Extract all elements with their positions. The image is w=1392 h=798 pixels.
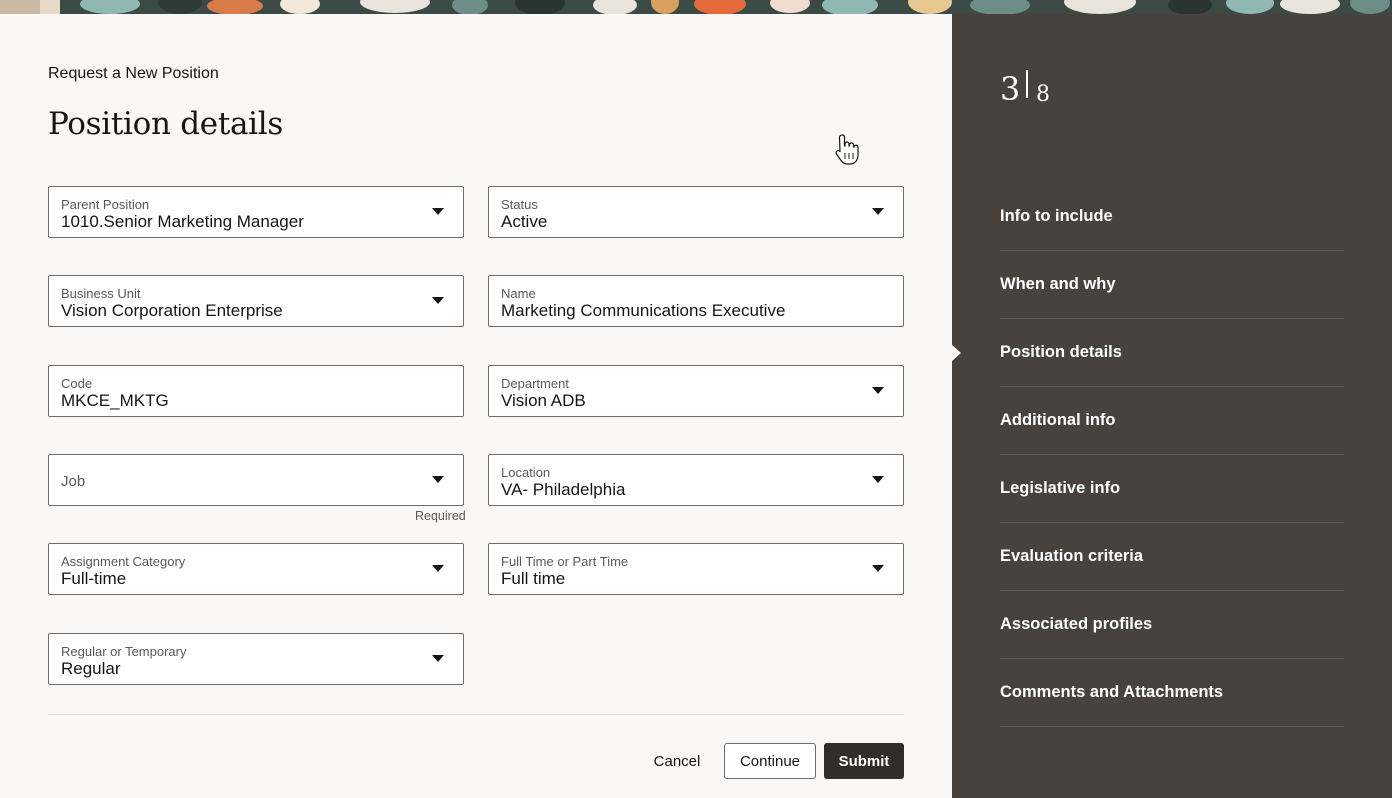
name-value[interactable]: Marketing Communications Executive [501,301,785,321]
cancel-button[interactable]: Cancel [645,743,709,779]
page-eyebrow: Request a New Position [48,65,219,82]
steps-sidebar: 3 8 Info to include When and why Positio… [951,14,1392,798]
step-evaluation-criteria[interactable]: Evaluation criteria [1000,523,1344,591]
chevron-down-icon[interactable] [872,565,884,572]
step-info-to-include[interactable]: Info to include [1000,183,1344,251]
chevron-down-icon[interactable] [432,655,444,662]
total-steps: 8 [1036,82,1050,107]
department-label: Department [501,376,569,391]
job-required-hint: Required [415,509,466,523]
job-label: Job [61,473,86,490]
regular-temporary-select[interactable]: Regular or Temporary Regular [48,633,464,685]
chevron-down-icon[interactable] [872,387,884,394]
parent-position-select[interactable]: Parent Position 1010.Senior Marketing Ma… [48,186,464,238]
business-unit-select[interactable]: Business Unit Vision Corporation Enterpr… [48,275,464,327]
status-label: Status [501,197,538,212]
code-field[interactable]: Code MKCE_MKTG [48,365,464,417]
page-title: Position details [48,106,284,142]
chevron-down-icon[interactable] [432,565,444,572]
parent-position-value: 1010.Senior Marketing Manager [61,212,304,231]
department-select[interactable]: Department Vision ADB [488,365,904,417]
status-value: Active [501,212,548,231]
continue-button[interactable]: Continue [724,743,816,779]
step-associated-profiles[interactable]: Associated profiles [1000,591,1344,659]
location-label: Location [501,465,551,480]
regular-temporary-label: Regular or Temporary [61,644,187,659]
step-comments-and-attachments[interactable]: Comments and Attachments [1000,659,1344,727]
full-part-time-select[interactable]: Full Time or Part Time Full time [488,543,904,595]
job-select[interactable]: Job [48,454,464,506]
active-step-indicator [951,344,961,362]
parent-position-label: Parent Position [61,197,150,212]
decorative-banner [0,0,1392,14]
chevron-down-icon[interactable] [872,208,884,215]
step-position-details[interactable]: Position details [1000,319,1344,387]
form-divider [48,714,904,715]
chevron-down-icon[interactable] [432,476,444,483]
assignment-category-label: Assignment Category [61,554,186,569]
full-part-time-value: Full time [501,569,566,588]
assignment-category-value: Full-time [61,569,127,588]
chevron-down-icon[interactable] [432,208,444,215]
form-panel: Request a New Position Position details … [0,14,952,798]
chevron-down-icon[interactable] [872,476,884,483]
location-value: VA- Philadelphia [501,480,626,499]
assignment-category-select[interactable]: Assignment Category Full-time [48,543,464,595]
code-label: Code [61,376,93,391]
regular-temporary-value: Regular [61,659,121,678]
step-separator [1026,70,1028,98]
step-when-and-why[interactable]: When and why [1000,251,1344,319]
name-label: Name [501,286,536,301]
location-select[interactable]: Location VA- Philadelphia [488,454,904,506]
business-unit-value: Vision Corporation Enterprise [61,301,283,320]
chevron-down-icon[interactable] [432,297,444,304]
current-step: 3 [1000,70,1021,108]
full-part-time-label: Full Time or Part Time [501,554,629,569]
business-unit-label: Business Unit [61,286,141,301]
step-legislative-info[interactable]: Legislative info [1000,455,1344,523]
code-value[interactable]: MKCE_MKTG [61,391,169,411]
status-select[interactable]: Status Active [488,186,904,238]
hand-pointer-icon [835,134,859,165]
name-field[interactable]: Name Marketing Communications Executive [488,275,904,327]
step-additional-info[interactable]: Additional info [1000,387,1344,455]
submit-button[interactable]: Submit [824,743,904,779]
department-value: Vision ADB [501,391,586,410]
